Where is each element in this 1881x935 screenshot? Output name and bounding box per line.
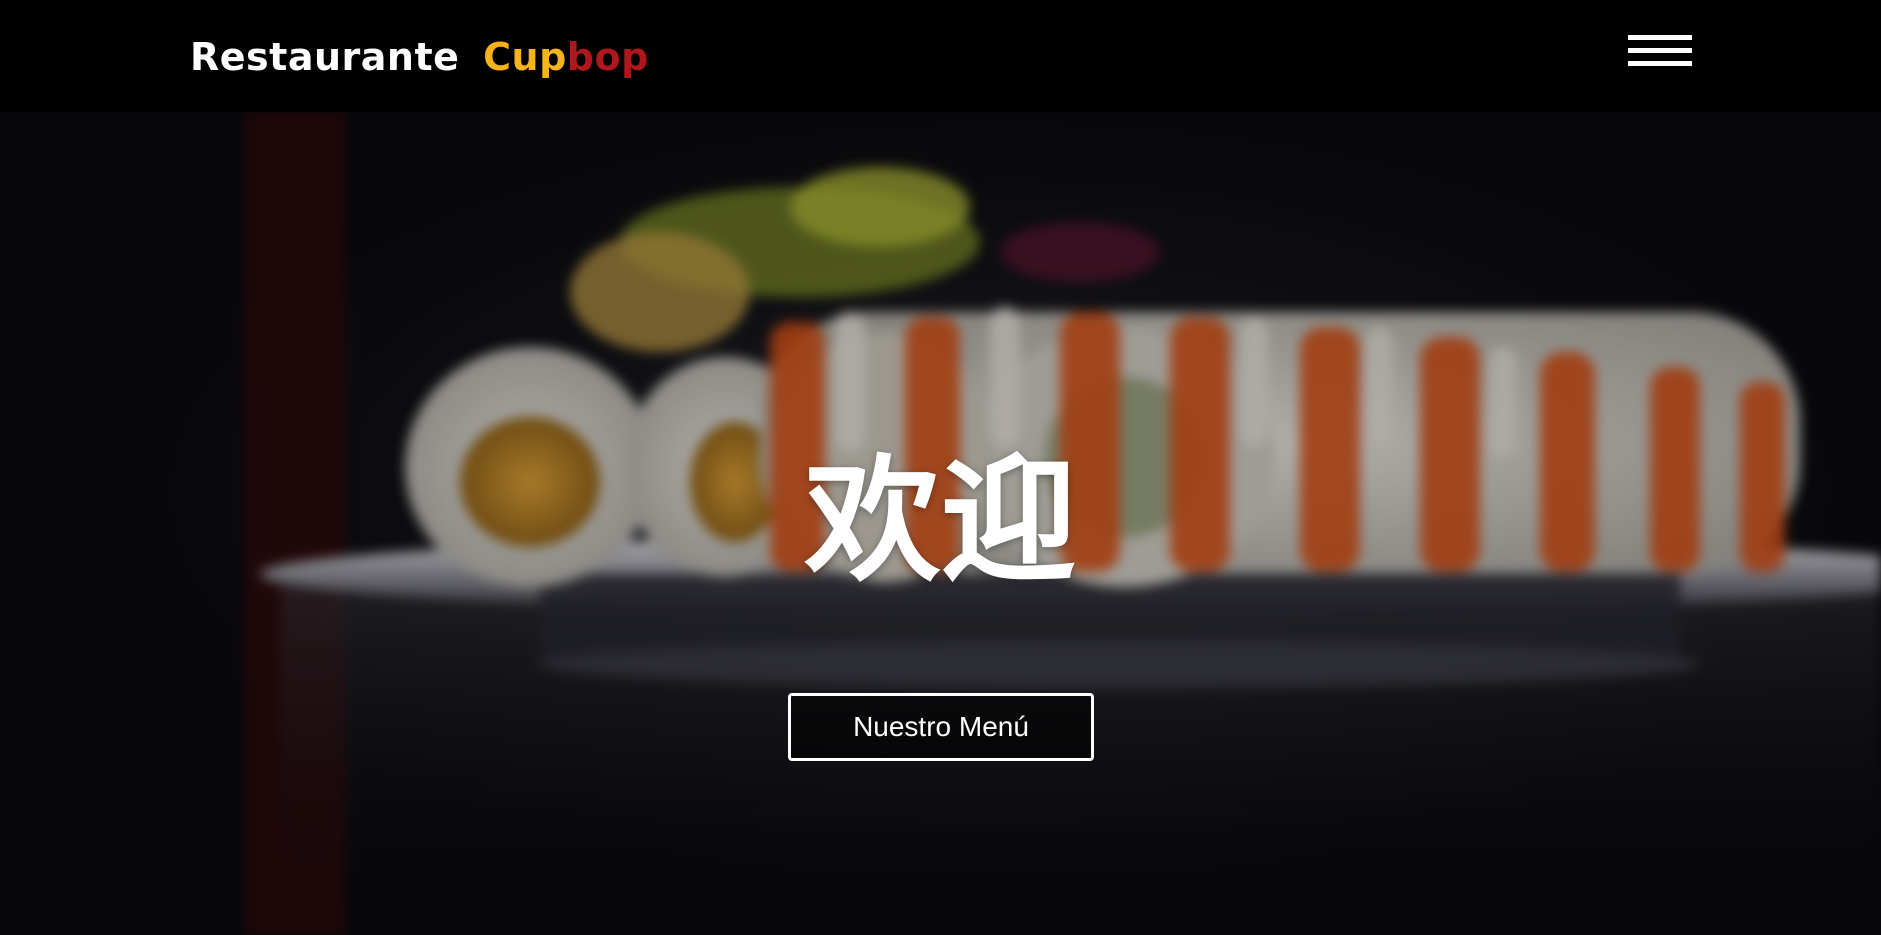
hamburger-menu-icon[interactable] [1628, 35, 1692, 71]
hamburger-line [1628, 61, 1692, 66]
logo-word-restaurante: Restaurante [190, 35, 460, 79]
site-logo[interactable]: Restaurante Cupbop [190, 32, 649, 82]
hero-section: 欢迎 Nuestro Menú [0, 112, 1881, 935]
logo-word-bop: bop [566, 35, 649, 79]
menu-button[interactable]: Nuestro Menú [788, 693, 1094, 761]
page: Restaurante Cupbop 欢迎 Nuestro Menú [0, 0, 1881, 935]
logo-word-cup: Cup [483, 35, 567, 79]
site-header: Restaurante Cupbop [0, 0, 1881, 112]
hamburger-line [1628, 35, 1692, 40]
hamburger-line [1628, 48, 1692, 53]
hero-title: 欢迎 [804, 443, 1077, 601]
